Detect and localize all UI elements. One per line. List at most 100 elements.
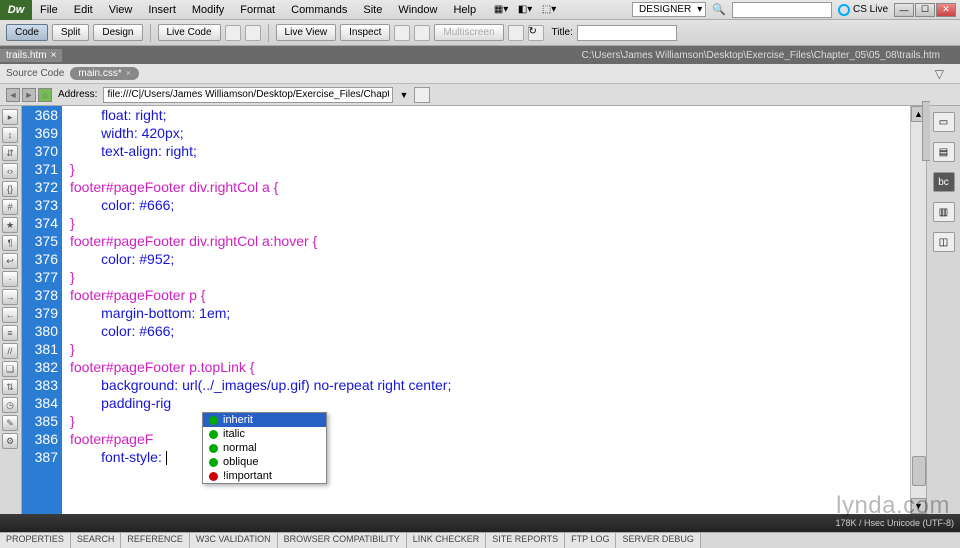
ftp-log-tab[interactable]: FTP LOG [565, 533, 616, 548]
collapse-icon[interactable]: ↕ [2, 127, 18, 143]
comment-icon[interactable]: // [2, 343, 18, 359]
layout-icon[interactable]: ▦▾ [492, 3, 510, 17]
site-reports-tab[interactable]: SITE REPORTS [486, 533, 565, 548]
browser-compat-tab[interactable]: BROWSER COMPATIBILITY [278, 533, 407, 548]
menu-modify[interactable]: Modify [184, 0, 232, 19]
hint-icon [209, 458, 218, 467]
recent-icon[interactable]: ◷ [2, 397, 18, 413]
tool-icon[interactable]: ✎ [2, 415, 18, 431]
layout-icons: ▦▾ ◧▾ ⬚▾ [484, 3, 566, 17]
assets-panel-icon[interactable]: ◫ [933, 232, 955, 252]
menu-window[interactable]: Window [390, 0, 445, 19]
word-wrap-icon[interactable]: ↩ [2, 253, 18, 269]
menu-help[interactable]: Help [445, 0, 484, 19]
related-file-tab[interactable]: main.css* [70, 67, 139, 80]
refresh-icon[interactable]: ↻ [528, 25, 544, 41]
extra-icon[interactable]: ⬚▾ [540, 3, 558, 17]
indent-icon[interactable]: → [2, 289, 18, 305]
inspect-button[interactable]: Inspect [340, 24, 390, 41]
related-files-bar: Source Code main.css* ▽ [0, 64, 960, 84]
nav-home-icon[interactable]: ⌂ [38, 88, 52, 102]
menu-site[interactable]: Site [355, 0, 390, 19]
title-input[interactable] [577, 25, 677, 41]
cslive-label: CS Live [853, 4, 888, 15]
hidden-chars-icon[interactable]: · [2, 271, 18, 287]
toolbar-icon-1[interactable] [225, 25, 241, 41]
ac-label: normal [223, 442, 257, 454]
filter-icon[interactable]: ▽ [935, 67, 954, 81]
toolbar-icon-3[interactable] [394, 25, 410, 41]
bc-panel-icon[interactable]: bc [933, 172, 955, 192]
menu-format[interactable]: Format [232, 0, 283, 19]
code-view-button[interactable]: Code [6, 24, 48, 41]
hint-icon [209, 472, 218, 481]
close-button[interactable]: ✕ [936, 3, 956, 17]
document-tab[interactable]: trails.htm × [0, 49, 62, 62]
toolbar-icon-2[interactable] [245, 25, 261, 41]
search-icon: 🔍 [712, 3, 726, 16]
search-tab[interactable]: SEARCH [71, 533, 122, 548]
address-dropdown-icon[interactable]: ▼ [399, 90, 408, 100]
liveview-button[interactable]: Live View [276, 24, 337, 41]
autocomplete-item[interactable]: !important [203, 469, 326, 483]
title-label: Title: [552, 27, 573, 38]
workspace-dropdown[interactable]: DESIGNER [632, 2, 706, 17]
open-docs-icon[interactable]: ▸ [2, 109, 18, 125]
menu-insert[interactable]: Insert [140, 0, 184, 19]
minimize-button[interactable]: — [894, 3, 914, 17]
menu-edit[interactable]: Edit [66, 0, 101, 19]
document-tab-bar: trails.htm × C:\Users\James Williamson\D… [0, 46, 960, 64]
syntax-icon[interactable]: ¶ [2, 235, 18, 251]
toolbar-icon-5[interactable] [508, 25, 524, 41]
hint-icon [209, 444, 218, 453]
parent-tag-icon[interactable]: ‹› [2, 163, 18, 179]
autocomplete-item[interactable]: inherit [203, 413, 326, 427]
scroll-thumb[interactable] [912, 456, 926, 486]
nav-fwd-icon[interactable]: ► [22, 88, 36, 102]
outdent-icon[interactable]: ← [2, 307, 18, 323]
address-input[interactable] [103, 87, 393, 103]
panel-collapse-tab[interactable] [922, 101, 930, 161]
server-debug-tab[interactable]: SERVER DEBUG [616, 533, 700, 548]
extension-icon[interactable]: ◧▾ [516, 3, 534, 17]
split-view-button[interactable]: Split [52, 24, 89, 41]
autocomplete-item[interactable]: oblique [203, 455, 326, 469]
autocomplete-item[interactable]: normal [203, 441, 326, 455]
tool2-icon[interactable]: ⚙ [2, 433, 18, 449]
expand-icon[interactable]: ⇵ [2, 145, 18, 161]
menu-file[interactable]: File [32, 0, 66, 19]
code-content[interactable]: float: right; width: 420px; text-align: … [62, 106, 910, 514]
line-number-gutter: 3683693703713723733743753763773783793803… [22, 106, 62, 514]
source-code-label[interactable]: Source Code [6, 68, 64, 79]
tab-close-icon[interactable]: × [51, 50, 57, 61]
move-icon[interactable]: ⇅ [2, 379, 18, 395]
link-checker-tab[interactable]: LINK CHECKER [407, 533, 487, 548]
w3c-tab[interactable]: W3C VALIDATION [190, 533, 278, 548]
multiscreen-button[interactable]: Multiscreen [434, 24, 503, 41]
balance-icon[interactable]: {} [2, 181, 18, 197]
line-nums-icon[interactable]: # [2, 199, 18, 215]
highlight-icon[interactable]: ★ [2, 217, 18, 233]
snippets-icon[interactable]: ❏ [2, 361, 18, 377]
design-view-button[interactable]: Design [93, 24, 142, 41]
properties-tab[interactable]: PROPERTIES [0, 533, 71, 548]
nav-back-icon[interactable]: ◄ [6, 88, 20, 102]
autocomplete-item[interactable]: italic [203, 427, 326, 441]
code-editor[interactable]: 3683693703713723733743753763773783793803… [22, 106, 926, 514]
format-icon[interactable]: ≡ [2, 325, 18, 341]
reference-tab[interactable]: REFERENCE [121, 533, 190, 548]
address-label: Address: [58, 89, 97, 100]
maximize-button[interactable]: ☐ [915, 3, 935, 17]
ap-panel-icon[interactable]: ▤ [933, 142, 955, 162]
address-go-button[interactable] [414, 87, 430, 103]
livecode-button[interactable]: Live Code [158, 24, 221, 41]
search-input[interactable] [732, 2, 832, 18]
menu-view[interactable]: View [101, 0, 141, 19]
vertical-scrollbar[interactable]: ▲ ▼ [910, 106, 926, 514]
files-panel-icon[interactable]: ▥ [933, 202, 955, 222]
workspace: ▸ ↕ ⇵ ‹› {} # ★ ¶ ↩ · → ← ≡ // ❏ ⇅ ◷ ✎ ⚙… [0, 106, 960, 514]
toolbar-icon-4[interactable] [414, 25, 430, 41]
cslive-button[interactable]: CS Live [838, 4, 888, 16]
css-panel-icon[interactable]: ▭ [933, 112, 955, 132]
menu-commands[interactable]: Commands [283, 0, 355, 19]
